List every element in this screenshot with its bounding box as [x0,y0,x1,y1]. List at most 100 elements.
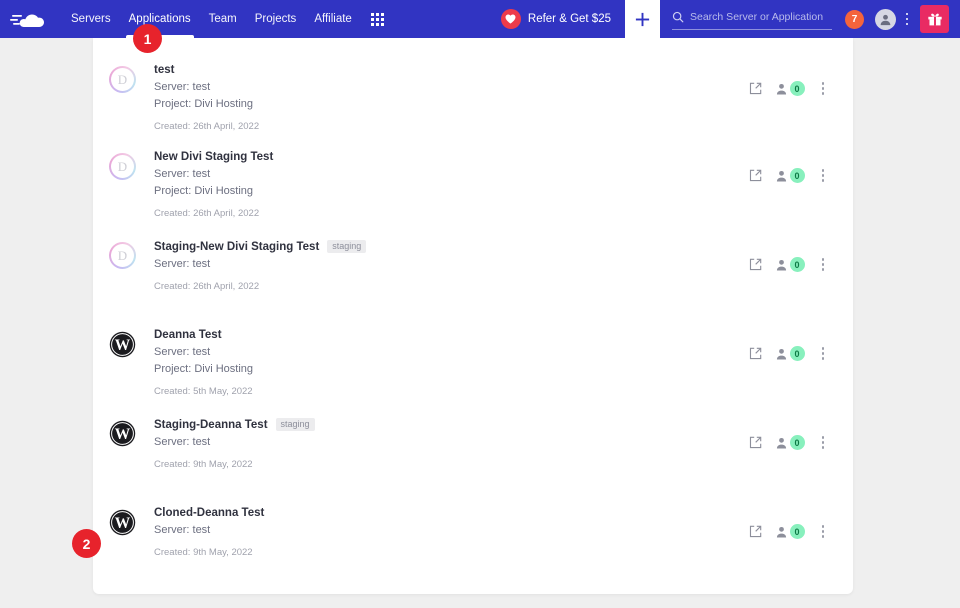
kebab-dot [822,268,825,271]
nav-label: Applications [129,13,191,25]
application-row[interactable]: D test Server: test Project: Divi Hostin… [93,38,853,135]
divi-logo-icon: D [109,66,136,93]
user-count-badge: 0 [790,524,805,539]
kebab-dot [822,92,825,95]
application-title-line: Cloned-Deanna Test [154,507,749,519]
add-new-button[interactable] [625,0,660,38]
application-row[interactable]: D New Divi Staging Test Server: test Pro… [93,135,853,224]
application-title-line: Staging-Deanna Test staging [154,418,749,431]
application-users[interactable]: 0 [776,257,805,272]
user-count-badge: 0 [790,257,805,272]
external-link-icon[interactable] [749,347,762,360]
nav-item-servers[interactable]: Servers [62,0,120,38]
row-overflow-menu[interactable] [819,258,828,271]
application-server: Server: test [154,81,749,93]
external-link-icon[interactable] [749,436,762,449]
application-users[interactable]: 0 [776,346,805,361]
application-info: Staging-New Divi Staging Test staging Se… [154,240,749,292]
notification-badge[interactable]: 7 [845,10,864,29]
application-title-line: Staging-New Divi Staging Test staging [154,240,749,253]
kebab-dot [822,258,825,261]
kebab-dot [822,179,825,182]
external-link-icon[interactable] [749,169,762,182]
kebab-dot [822,441,825,444]
gift-button[interactable] [920,5,949,33]
application-created: Created: 26th April, 2022 [154,121,749,132]
application-row[interactable]: W Staging-Deanna Test staging Server: te… [93,402,853,491]
divi-letter: D [111,68,134,91]
row-overflow-menu[interactable] [819,82,828,95]
nav-label: Servers [71,13,111,25]
annotation-marker-1: 1 [133,24,162,53]
row-overflow-menu[interactable] [819,436,828,449]
application-name[interactable]: test [154,64,174,76]
divi-logo-icon: D [109,153,136,180]
person-icon [776,526,787,538]
gift-icon [927,11,943,27]
person-icon [776,437,787,449]
row-overflow-menu[interactable] [819,169,828,182]
notification-count: 7 [852,14,858,25]
application-title-line: New Divi Staging Test [154,151,749,163]
nav-item-affiliate[interactable]: Affiliate [305,0,361,38]
application-name[interactable]: Cloned-Deanna Test [154,507,264,519]
plus-icon [634,11,651,28]
kebab-dot [822,357,825,360]
application-row[interactable]: W Deanna Test Server: test Project: Divi… [93,313,853,402]
refer-label: Refer & Get $25 [528,13,611,25]
row-overflow-menu[interactable] [819,525,828,538]
application-row[interactable]: W Cloned-Deanna Test Server: test Create… [93,491,853,580]
app-grid-icon[interactable] [361,0,395,38]
application-users[interactable]: 0 [776,524,805,539]
nav-item-projects[interactable]: Projects [246,0,306,38]
header-overflow-menu[interactable] [899,0,915,38]
application-created: Created: 26th April, 2022 [154,208,749,219]
application-users[interactable]: 0 [776,81,805,96]
person-icon [776,348,787,360]
kebab-dot [822,530,825,533]
row-overflow-menu[interactable] [819,347,828,360]
kebab-dot [822,436,825,439]
divi-letter: D [111,244,134,267]
application-name[interactable]: Deanna Test [154,329,222,341]
annotation-marker-2: 2 [72,529,101,558]
cloudways-logo[interactable] [0,0,62,38]
kebab-dot [822,82,825,85]
application-users[interactable]: 0 [776,168,805,183]
kebab-dot [906,13,909,16]
application-actions: 0 [749,168,828,183]
application-row[interactable]: D Staging-New Divi Staging Test staging … [93,224,853,313]
application-server: Server: test [154,436,749,448]
avatar[interactable] [875,9,896,30]
external-link-icon[interactable] [749,82,762,95]
external-link-icon[interactable] [749,258,762,271]
application-title-line: test [154,64,749,76]
application-info: Cloned-Deanna Test Server: test Created:… [154,507,749,558]
svg-text:W: W [115,337,131,354]
nav-item-team[interactable]: Team [200,0,246,38]
cloudways-cloud-logo [10,8,52,30]
nav-label: Team [209,13,237,25]
application-actions: 0 [749,257,828,272]
svg-text:W: W [115,515,131,532]
divi-letter: D [111,155,134,178]
application-info: Staging-Deanna Test staging Server: test… [154,418,749,470]
application-name[interactable]: Staging-Deanna Test [154,419,268,431]
search-container[interactable] [672,8,832,30]
nav-label: Projects [255,13,297,25]
user-avatar-icon [879,13,892,26]
search-input[interactable] [690,11,825,23]
application-users[interactable]: 0 [776,435,805,450]
external-link-icon[interactable] [749,525,762,538]
application-created: Created: 5th May, 2022 [154,386,749,397]
user-count-badge: 0 [790,168,805,183]
application-name[interactable]: New Divi Staging Test [154,151,273,163]
application-name[interactable]: Staging-New Divi Staging Test [154,241,319,253]
refer-and-earn-button[interactable]: Refer & Get $25 [501,9,625,29]
application-server: Server: test [154,346,749,358]
heart-icon [501,9,521,29]
staging-badge: staging [327,240,366,253]
kebab-dot [822,352,825,355]
divi-logo-icon: D [109,242,136,269]
application-project: Project: Divi Hosting [154,363,749,375]
